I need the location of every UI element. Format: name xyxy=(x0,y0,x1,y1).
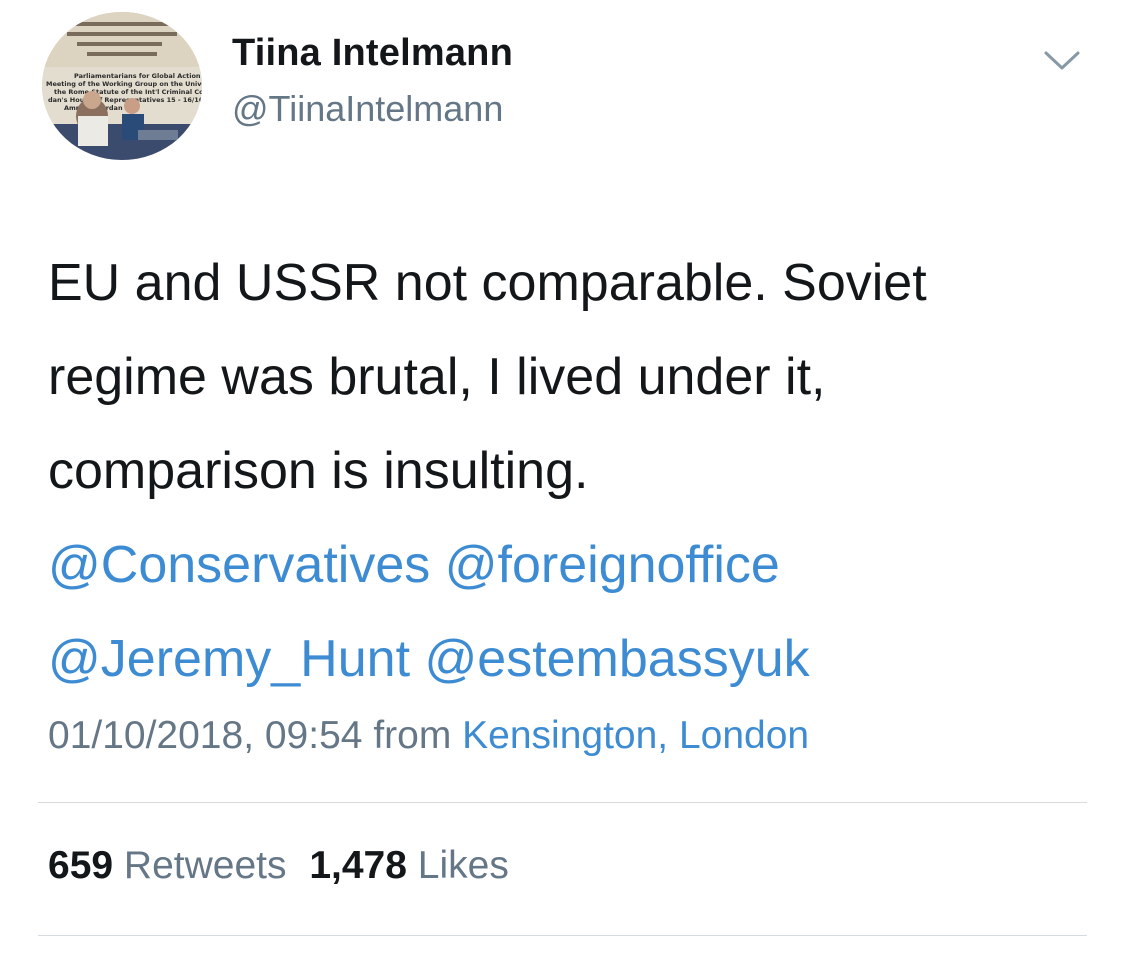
divider xyxy=(38,802,1087,803)
mention-row: @Jeremy_Hunt @estembassyuk xyxy=(48,612,1108,706)
mention-row: @Conservatives @foreignoffice xyxy=(48,518,1108,612)
mention-link[interactable]: @estembassyuk xyxy=(424,630,809,688)
likes-stat[interactable]: 1,478 Likes xyxy=(309,844,509,887)
tweet-text-line: comparison is insulting. xyxy=(48,442,589,500)
avatar-banner-line-3: the Rome Statute of the Int'l Criminal C… xyxy=(54,88,202,96)
likes-count: 1,478 xyxy=(309,844,407,887)
tweet-text-line: EU and USSR not comparable. Soviet xyxy=(48,254,927,312)
chevron-down-icon xyxy=(1044,51,1080,70)
tweet-stats: 659 Retweets 1,478 Likes xyxy=(48,844,509,888)
tweet-timestamp: 01/10/2018, 09:54 xyxy=(48,714,363,757)
tweet-body: EU and USSR not comparable. Soviet regim… xyxy=(48,236,1108,706)
author-handle[interactable]: @TiinaIntelmann xyxy=(232,88,503,130)
from-label: from xyxy=(373,714,452,757)
avatar-photo: Parliamentarians for Global Action Meeti… xyxy=(42,12,202,160)
likes-label: Likes xyxy=(417,844,509,887)
avatar-banner-line-2: Meeting of the Working Group on the Univ… xyxy=(46,80,202,88)
retweets-label: Retweets xyxy=(123,844,287,887)
retweets-stat[interactable]: 659 Retweets xyxy=(48,844,297,887)
location-link[interactable]: Kensington, London xyxy=(462,714,809,757)
tweet-text-line: regime was brutal, I lived under it, xyxy=(48,348,826,406)
avatar[interactable]: Parliamentarians for Global Action Meeti… xyxy=(42,12,202,160)
divider xyxy=(38,935,1087,936)
avatar-banner-line-1: Parliamentarians for Global Action xyxy=(74,72,201,80)
mention-link[interactable]: @Jeremy_Hunt xyxy=(48,630,410,688)
tweet-menu-button[interactable] xyxy=(1042,47,1082,75)
mention-link[interactable]: @Conservatives xyxy=(48,536,430,594)
retweets-count: 659 xyxy=(48,844,114,887)
mention-link[interactable]: @foreignoffice xyxy=(445,536,780,594)
tweet-meta: 01/10/2018, 09:54 from Kensington, Londo… xyxy=(48,714,809,758)
author-name[interactable]: Tiina Intelmann xyxy=(232,32,513,75)
